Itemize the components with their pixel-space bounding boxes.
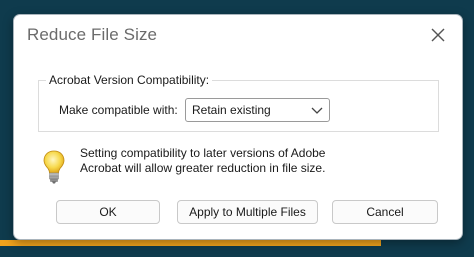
- close-icon: [431, 28, 445, 42]
- background-bottom: [0, 246, 474, 257]
- compatibility-info-text: Setting compatibility to later versions …: [80, 146, 326, 175]
- lightbulb-icon: [43, 150, 65, 184]
- ok-button[interactable]: OK: [56, 200, 160, 224]
- compatibility-group-label: Acrobat Version Compatibility:: [46, 73, 213, 87]
- reduce-file-size-dialog: Reduce File Size Acrobat Version Compati…: [13, 14, 463, 240]
- make-compatible-label: Make compatible with:: [59, 103, 178, 117]
- chevron-down-icon: [311, 107, 323, 114]
- apply-to-multiple-files-button[interactable]: Apply to Multiple Files: [177, 200, 318, 224]
- compatibility-select[interactable]: Retain existing: [185, 98, 330, 122]
- dialog-title: Reduce File Size: [27, 25, 158, 44]
- cancel-button[interactable]: Cancel: [332, 200, 438, 224]
- dialog-titlebar: Reduce File Size: [14, 15, 462, 55]
- close-button[interactable]: [424, 21, 452, 49]
- compatibility-select-value: Retain existing: [192, 103, 271, 117]
